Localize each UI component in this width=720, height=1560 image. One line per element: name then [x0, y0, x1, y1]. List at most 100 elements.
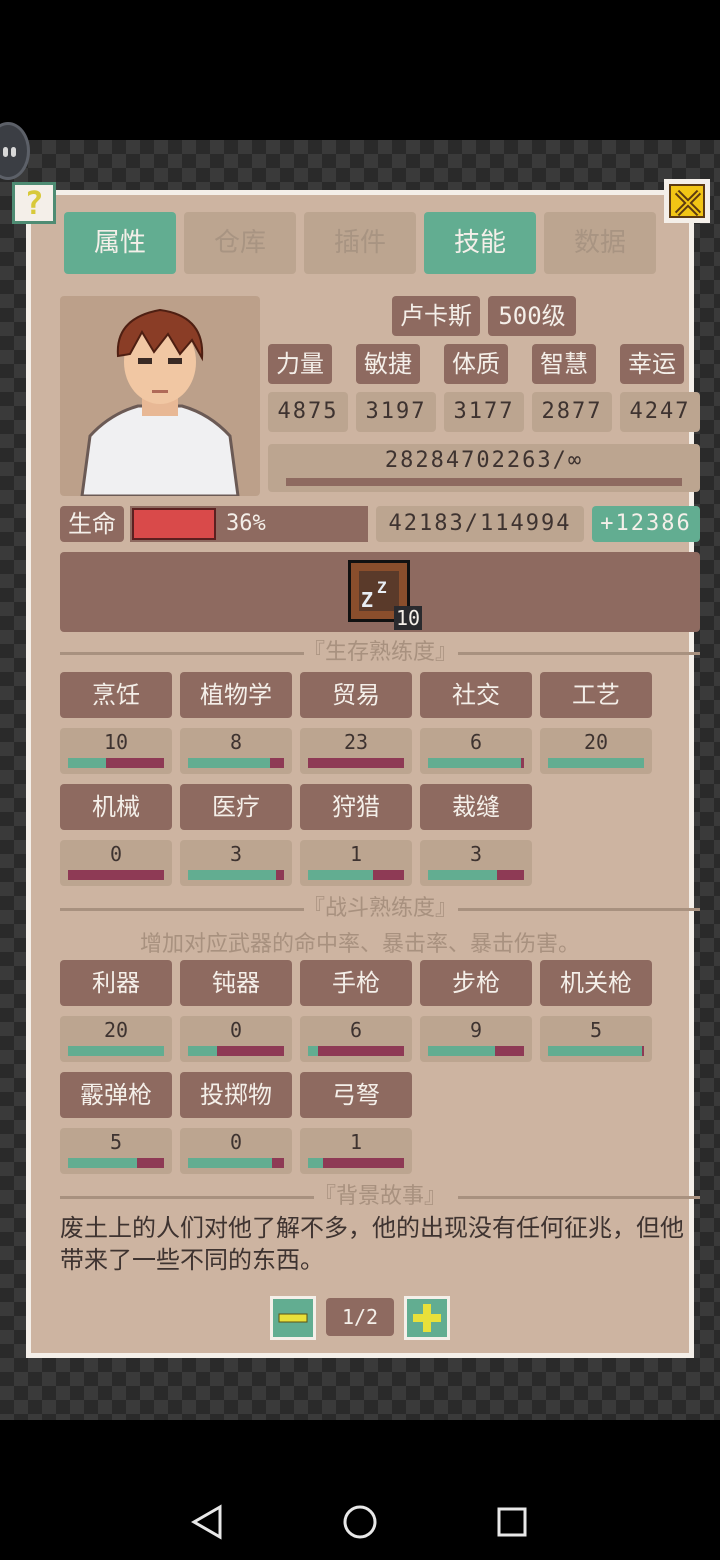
attr-value-wisdom: 2877 [532, 392, 612, 432]
back-icon[interactable] [190, 1504, 224, 1540]
survival-skill-label: 工艺 [540, 672, 652, 718]
survival-skill-value: 0 [109, 842, 123, 866]
survival-skill-level: 8 [180, 728, 292, 774]
survival-skill-level: 0 [60, 840, 172, 886]
survival-skill-progress-bar [188, 870, 284, 880]
survival-skill-value: 20 [583, 730, 609, 754]
combat-skill-progress-fill [428, 1046, 495, 1056]
survival-skill-label: 社交 [420, 672, 532, 718]
tab-skills[interactable]: 技能 [424, 212, 536, 274]
combat-skill-level: 20 [60, 1016, 172, 1062]
survival-skill-progress-bar [68, 758, 164, 768]
survival-skill-value: 6 [469, 730, 483, 754]
close-button[interactable] [664, 179, 710, 223]
hp-regen: +12386 [592, 506, 700, 542]
story-section-title: 『背景故事』 [313, 1184, 446, 1209]
status-effect-count: 10 [394, 606, 423, 630]
combat-description: 增加对应武器的命中率、暴击率、暴击伤害。 [139, 932, 580, 957]
combat-skill-value: 9 [469, 1018, 483, 1042]
combat-skill-label: 机关枪 [540, 960, 652, 1006]
survival-skill-progress-fill [428, 758, 521, 768]
combat-skill-progress-fill [188, 1046, 217, 1056]
combat-skill-label: 手枪 [300, 960, 412, 1006]
survival-skill-level: 20 [540, 728, 652, 774]
combat-skill-progress-bar [428, 1046, 524, 1056]
combat-skill-label: 步枪 [420, 960, 532, 1006]
combat-skill-value: 20 [103, 1018, 129, 1042]
combat-skill-value: 5 [109, 1130, 123, 1154]
next-page-button[interactable] [404, 1296, 450, 1340]
experience-bar [286, 478, 682, 486]
help-button[interactable]: ? [12, 182, 56, 224]
combat-section-header: 『战斗熟练度』 [60, 894, 700, 924]
survival-skill-progress-bar [308, 758, 404, 768]
combat-skill-progress-fill [188, 1158, 272, 1168]
survival-skill-progress-bar [68, 870, 164, 880]
survival-skill-level: 3 [420, 840, 532, 886]
previous-page-button[interactable] [270, 1296, 316, 1340]
survival-skill-value: 3 [229, 842, 243, 866]
combat-skill-label: 利器 [60, 960, 172, 1006]
combat-skill-value: 0 [229, 1018, 243, 1042]
combat-section-title: 『战斗熟练度』 [302, 896, 457, 921]
combat-skill-level: 9 [420, 1016, 532, 1062]
tab-data[interactable]: 数据 [544, 212, 656, 274]
combat-skill-progress-bar [188, 1158, 284, 1168]
survival-skill-value: 8 [229, 730, 243, 754]
system-navigation-bar [0, 1420, 720, 1560]
survival-skill-progress-bar [548, 758, 644, 768]
survival-skill-label: 烹饪 [60, 672, 172, 718]
recents-icon[interactable] [496, 1506, 528, 1538]
combat-skill-value: 5 [589, 1018, 603, 1042]
character-portrait [60, 296, 260, 496]
combat-skill-label: 钝器 [180, 960, 292, 1006]
survival-skill-progress-fill [308, 870, 373, 880]
tab-warehouse[interactable]: 仓库 [184, 212, 296, 274]
survival-skill-label: 机械 [60, 784, 172, 830]
survival-section-header: 『生存熟练度』 [60, 638, 700, 668]
hp-bar: 36% [130, 506, 368, 542]
home-icon[interactable] [342, 1504, 378, 1540]
plus-icon [413, 1304, 441, 1332]
combat-skill-progress-bar [68, 1046, 164, 1056]
combat-skill-label: 弓弩 [300, 1072, 412, 1118]
survival-skill-progress-bar [428, 758, 524, 768]
combat-skill-progress-bar [548, 1046, 644, 1056]
survival-skill-value: 10 [103, 730, 129, 754]
survival-skill-level: 3 [180, 840, 292, 886]
combat-skill-level: 1 [300, 1128, 412, 1174]
survival-skill-progress-fill [68, 758, 106, 768]
tab-attributes[interactable]: 属性 [64, 212, 176, 274]
page-indicator: 1/2 [326, 1298, 394, 1336]
tab-plugins[interactable]: 插件 [304, 212, 416, 274]
attr-label-strength: 力量 [268, 344, 332, 384]
survival-skill-progress-fill [428, 870, 497, 880]
combat-skill-progress-bar [188, 1046, 284, 1056]
attr-label-wisdom: 智慧 [532, 344, 596, 384]
combat-skill-progress-fill [308, 1158, 323, 1168]
survival-skill-level: 1 [300, 840, 412, 886]
combat-skill-level: 5 [540, 1016, 652, 1062]
survival-skill-progress-bar [308, 870, 404, 880]
combat-skill-progress-fill [548, 1046, 642, 1056]
character-name: 卢卡斯 [392, 296, 480, 336]
survival-skill-level: 23 [300, 728, 412, 774]
combat-skill-level: 0 [180, 1016, 292, 1062]
survival-skill-value: 23 [343, 730, 369, 754]
story-section-header: 『背景故事』 [60, 1182, 700, 1212]
combat-skill-label: 投掷物 [180, 1072, 292, 1118]
combat-skill-progress-bar [308, 1046, 404, 1056]
survival-skill-label: 狩猎 [300, 784, 412, 830]
combat-skill-progress-fill [68, 1046, 164, 1056]
close-icon [674, 189, 702, 217]
combat-skill-value: 0 [229, 1130, 243, 1154]
attr-value-agility: 3197 [356, 392, 436, 432]
survival-skill-label: 贸易 [300, 672, 412, 718]
combat-skill-level: 6 [300, 1016, 412, 1062]
minus-icon [278, 1313, 308, 1323]
survival-skill-label: 医疗 [180, 784, 292, 830]
attr-label-constitution: 体质 [444, 344, 508, 384]
attr-value-luck: 4247 [620, 392, 700, 432]
survival-skill-label: 裁缝 [420, 784, 532, 830]
combat-skill-value: 1 [349, 1130, 363, 1154]
